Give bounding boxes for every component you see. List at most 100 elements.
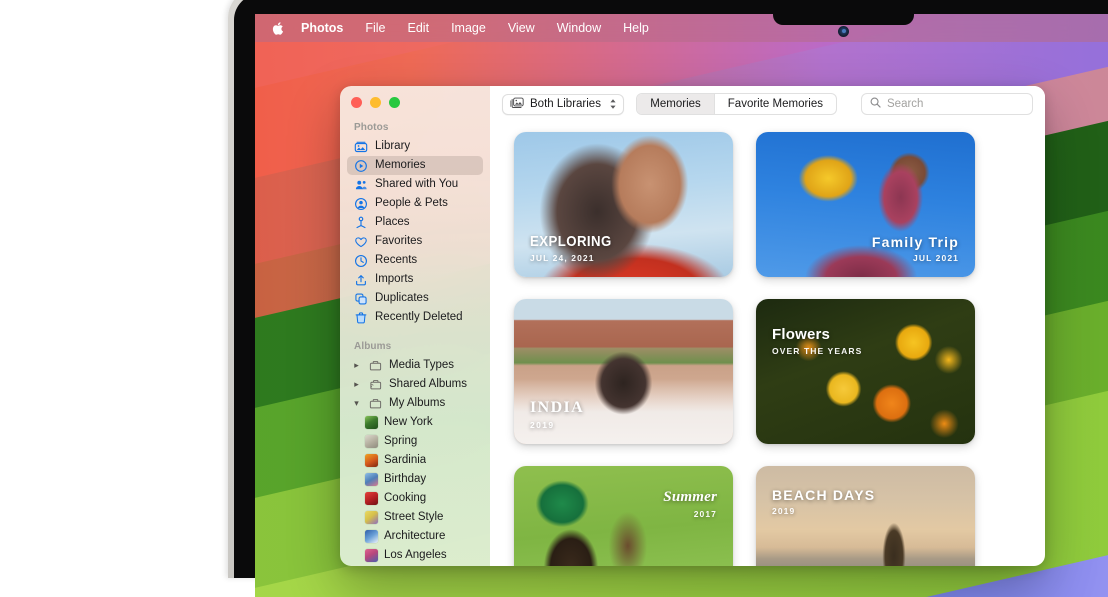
album-thumbnail bbox=[365, 416, 378, 429]
menu-item-image[interactable]: Image bbox=[440, 18, 497, 38]
memory-card-india[interactable]: INDIA 2019 bbox=[514, 299, 733, 444]
sidebar-item-media-types[interactable]: ▸ Media Types bbox=[347, 356, 483, 375]
close-button[interactable] bbox=[351, 97, 362, 108]
sidebar-group-photos-title: Photos bbox=[340, 116, 490, 137]
apple-logo-icon[interactable] bbox=[270, 20, 284, 36]
memory-subtitle: 2017 bbox=[663, 509, 717, 519]
sidebar-item-label: Shared with You bbox=[375, 175, 458, 194]
sidebar-item-label: Favorites bbox=[375, 232, 422, 251]
album-thumbnail bbox=[365, 511, 378, 524]
sidebar-item-label: Media Types bbox=[389, 356, 454, 375]
sidebar-album-spring[interactable]: Spring bbox=[347, 432, 483, 451]
menu-item-help[interactable]: Help bbox=[612, 18, 660, 38]
sidebar-item-recents[interactable]: Recents bbox=[347, 251, 483, 270]
sidebar-item-shared-albums[interactable]: ▸ Shared Albums bbox=[347, 375, 483, 394]
chevron-right-icon[interactable]: ▸ bbox=[352, 356, 361, 375]
sidebar-album-cooking[interactable]: Cooking bbox=[347, 489, 483, 508]
album-thumbnail bbox=[365, 492, 378, 505]
menu-item-window[interactable]: Window bbox=[546, 18, 612, 38]
sidebar-item-label: Sardinia bbox=[384, 451, 426, 470]
laptop-notch bbox=[773, 0, 914, 25]
webcam-icon bbox=[838, 26, 849, 37]
sidebar-item-recently-deleted[interactable]: Recently Deleted bbox=[347, 308, 483, 327]
sidebar-item-label: Recents bbox=[375, 251, 417, 270]
sidebar-item-label: Places bbox=[375, 213, 410, 232]
sidebar-item-label: Library bbox=[375, 137, 410, 156]
sidebar-album-birthday[interactable]: Birthday bbox=[347, 470, 483, 489]
library-picker-button[interactable]: Both Libraries bbox=[502, 94, 624, 115]
memory-card-summer[interactable]: Summer 2017 bbox=[514, 466, 733, 566]
minimize-button[interactable] bbox=[370, 97, 381, 108]
sidebar-item-label: Birthday bbox=[384, 470, 426, 489]
memory-title: Family Trip bbox=[872, 235, 959, 250]
sidebar-item-label: Spring bbox=[384, 432, 417, 451]
chevron-down-icon[interactable]: ▾ bbox=[352, 394, 361, 413]
album-thumbnail bbox=[365, 473, 378, 486]
sidebar-item-my-albums[interactable]: ▾ My Albums bbox=[347, 394, 483, 413]
map-pin-icon bbox=[354, 216, 368, 230]
folder-icon bbox=[368, 397, 382, 411]
tab-favorite-memories[interactable]: Favorite Memories bbox=[714, 94, 836, 114]
search-field[interactable]: Search bbox=[861, 93, 1033, 115]
memory-subtitle: 2019 bbox=[530, 420, 584, 430]
sidebar-item-people-and-pets[interactable]: People & Pets bbox=[347, 194, 483, 213]
sidebar: Photos Library Memories Shared with You bbox=[340, 86, 490, 566]
menu-item-photos[interactable]: Photos bbox=[290, 18, 354, 38]
memory-photo bbox=[756, 299, 975, 444]
menu-item-view[interactable]: View bbox=[497, 18, 546, 38]
sidebar-item-shared-with-you[interactable]: Shared with You bbox=[347, 175, 483, 194]
memories-grid: EXPLORING JUL 24, 2021 Family Trip JUL 2… bbox=[490, 122, 1045, 566]
sidebar-item-label: Los Angeles bbox=[384, 546, 447, 565]
sidebar-item-label: Shared Albums bbox=[389, 375, 467, 394]
chevron-right-icon[interactable]: ▸ bbox=[352, 375, 361, 394]
memory-title: EXPLORING bbox=[530, 234, 612, 250]
sidebar-album-los-angeles[interactable]: Los Angeles bbox=[347, 546, 483, 565]
up-down-chevron-icon[interactable] bbox=[609, 98, 617, 110]
tab-memories[interactable]: Memories bbox=[637, 94, 713, 114]
photos-window: Photos Library Memories Shared with You bbox=[340, 86, 1045, 566]
menu-item-file[interactable]: File bbox=[354, 18, 396, 38]
import-arrow-icon bbox=[354, 273, 368, 287]
sidebar-item-label: Duplicates bbox=[375, 289, 429, 308]
heart-icon bbox=[354, 235, 368, 249]
sidebar-item-library[interactable]: Library bbox=[347, 137, 483, 156]
menu-item-edit[interactable]: Edit bbox=[397, 18, 441, 38]
sidebar-album-street-style[interactable]: Street Style bbox=[347, 508, 483, 527]
screenshot-root: Photos File Edit Image View Window Help … bbox=[0, 0, 1108, 597]
sidebar-item-duplicates[interactable]: Duplicates bbox=[347, 289, 483, 308]
memory-caption: EXPLORING JUL 24, 2021 bbox=[530, 234, 623, 263]
sidebar-item-places[interactable]: Places bbox=[347, 213, 483, 232]
sidebar-item-label: Imports bbox=[375, 270, 413, 289]
sidebar-item-memories[interactable]: Memories bbox=[347, 156, 483, 175]
sidebar-item-label: Recently Deleted bbox=[375, 308, 463, 327]
sidebar-item-label: People & Pets bbox=[375, 194, 448, 213]
album-thumbnail bbox=[365, 454, 378, 467]
memory-caption: BEACH DAYS 2019 bbox=[772, 488, 875, 516]
sidebar-item-label: Architecture bbox=[384, 527, 445, 546]
memory-card-family-trip[interactable]: Family Trip JUL 2021 bbox=[756, 132, 975, 277]
memory-subtitle: 2019 bbox=[772, 506, 875, 516]
sidebar-album-new-york[interactable]: New York bbox=[347, 413, 483, 432]
sidebar-item-label: Cooking bbox=[384, 489, 426, 508]
memory-card-flowers[interactable]: Flowers OVER THE YEARS bbox=[756, 299, 975, 444]
memory-title: BEACH DAYS bbox=[772, 488, 875, 503]
memory-photo bbox=[756, 466, 975, 566]
memory-caption: Flowers OVER THE YEARS bbox=[772, 327, 862, 356]
sidebar-album-sardinia[interactable]: Sardinia bbox=[347, 451, 483, 470]
memory-caption: Family Trip JUL 2021 bbox=[872, 235, 959, 263]
trash-icon bbox=[354, 311, 368, 325]
sidebar-item-favorites[interactable]: Favorites bbox=[347, 232, 483, 251]
zoom-button[interactable] bbox=[389, 97, 400, 108]
memories-filter-segmented-control[interactable]: Memories Favorite Memories bbox=[636, 93, 837, 115]
memory-card-exploring[interactable]: EXPLORING JUL 24, 2021 bbox=[514, 132, 733, 277]
window-traffic-lights bbox=[351, 97, 400, 108]
sidebar-item-label: Street Style bbox=[384, 508, 443, 527]
memory-title: Summer bbox=[663, 490, 717, 506]
memory-subtitle: OVER THE YEARS bbox=[772, 346, 862, 356]
memory-card-beach-days[interactable]: BEACH DAYS 2019 bbox=[756, 466, 975, 566]
photo-stack-icon bbox=[354, 140, 368, 154]
sidebar-item-imports[interactable]: Imports bbox=[347, 270, 483, 289]
sidebar-album-architecture[interactable]: Architecture bbox=[347, 527, 483, 546]
memory-subtitle: JUL 24, 2021 bbox=[530, 253, 623, 263]
person-circle-icon bbox=[354, 197, 368, 211]
